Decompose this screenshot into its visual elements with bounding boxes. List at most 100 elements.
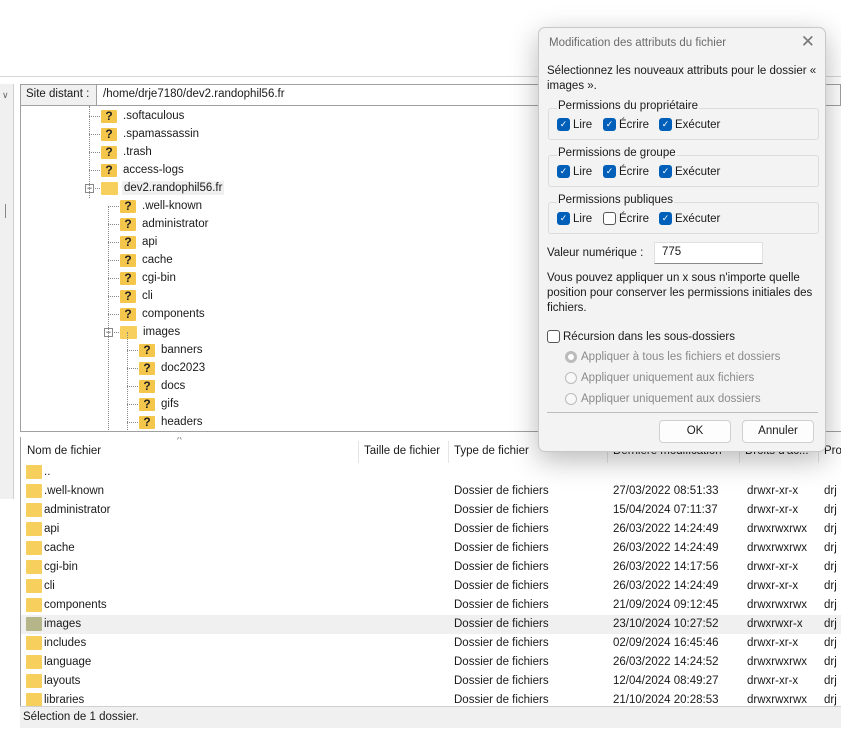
table-row[interactable]: cache Dossier de fichiers 26/03/2022 14:24… xyxy=(21,539,841,558)
table-row[interactable]: .. xyxy=(21,463,841,482)
cell-perms: drwxrwxrwx xyxy=(747,542,808,554)
dialog-intro: Sélectionnez les nouveaux attributs pour… xyxy=(547,65,817,92)
tree-item[interactable]: ? .trash xyxy=(101,143,154,161)
table-row[interactable]: cli Dossier de fichiers 26/03/2022 14:24:4… xyxy=(21,577,841,596)
checkbox-box[interactable]: ✓ xyxy=(659,165,672,178)
tree-item[interactable]: ? docs xyxy=(139,377,187,395)
cell-perms: drwxr-xr-x xyxy=(747,580,799,592)
permission-group: Permissions publiques ✓ Lire Écrire ✓ Exécute… xyxy=(548,194,819,234)
checkbox-exec[interactable]: ✓ Exécuter xyxy=(659,212,720,225)
cell-type: Dossier de fichiers xyxy=(454,542,549,554)
tree-item-label: .spamassassin xyxy=(123,128,200,140)
tree-item[interactable]: ? cgi-bin xyxy=(120,269,178,287)
column-header[interactable]: Taille de fichier xyxy=(364,445,440,457)
checkbox-box[interactable]: ✓ xyxy=(603,118,616,131)
unknown-folder-icon: ? xyxy=(139,379,155,393)
cancel-button[interactable]: Annuler xyxy=(742,420,814,443)
table-row[interactable]: .well-known Dossier de fichiers 27/03/2022… xyxy=(21,482,841,501)
tree-item[interactable]: ? headers xyxy=(139,413,205,431)
cell-modified: 21/09/2024 09:12:45 xyxy=(613,599,719,611)
unknown-folder-icon: ? xyxy=(101,163,117,177)
tree-item[interactable]: ? doc2023 xyxy=(139,359,207,377)
tree-connector xyxy=(108,296,119,297)
unknown-folder-icon: ? xyxy=(120,271,136,285)
cell-perms: drwxr-xr-x xyxy=(747,561,799,573)
radio-option[interactable]: Appliquer uniquement aux fichiers xyxy=(565,372,754,384)
recursion-checkbox[interactable]: Récursion dans les sous-dossiers xyxy=(547,330,735,343)
tree-item[interactable]: dev2.randophil56.fr xyxy=(101,179,225,197)
checkbox-label: Exécuter xyxy=(675,212,721,225)
table-row[interactable]: layouts Dossier de fichiers 12/04/2024 08:… xyxy=(21,672,841,691)
cell-owner: drj xyxy=(824,504,837,516)
tree-item[interactable]: ? api xyxy=(120,233,159,251)
tree-item[interactable]: ? gifs xyxy=(139,395,181,413)
close-icon[interactable]: ✕ xyxy=(801,32,815,52)
table-row[interactable]: administrator Dossier de fichiers 15/04/20… xyxy=(21,501,841,520)
cell-type: Dossier de fichiers xyxy=(454,504,549,516)
cell-type: Dossier de fichiers xyxy=(454,694,549,706)
remote-file-list[interactable]: Nom de fichier Taille de fichier Type de f… xyxy=(20,437,841,706)
table-row[interactable]: api Dossier de fichiers 26/03/2022 14:24:4… xyxy=(21,520,841,539)
splitter-handle[interactable] xyxy=(5,204,6,218)
radio-circle[interactable] xyxy=(565,351,577,363)
tree-item[interactable]: ? cli xyxy=(120,287,155,305)
checkbox-box[interactable] xyxy=(603,212,616,225)
column-separator[interactable] xyxy=(358,441,359,463)
column-header[interactable]: Nom de fichier xyxy=(27,445,101,457)
checkbox-box[interactable] xyxy=(547,330,560,343)
column-header[interactable]: Type de fichier xyxy=(454,445,529,457)
table-row[interactable]: libraries Dossier de fichiers 21/10/2024 2… xyxy=(21,691,841,706)
cell-perms: drwxr-xr-x xyxy=(747,504,799,516)
checkbox-box[interactable]: ✓ xyxy=(659,118,672,131)
checkbox-box[interactable]: ✓ xyxy=(557,212,570,225)
cell-name: .. xyxy=(44,466,51,478)
table-row[interactable]: components Dossier de fichiers 21/09/2024 … xyxy=(21,596,841,615)
checkbox-box[interactable]: ✓ xyxy=(557,118,570,131)
radio-circle[interactable] xyxy=(565,372,577,384)
cell-owner: drj xyxy=(824,580,837,592)
cell-name: libraries xyxy=(44,694,85,706)
radio-option[interactable]: Appliquer à tous les fichiers et dossier… xyxy=(565,351,780,363)
remote-path-input[interactable]: /home/drje7180/dev2.randophil56.fr xyxy=(103,88,285,100)
table-row[interactable]: includes Dossier de fichiers 02/09/2024 16… xyxy=(21,634,841,653)
checkbox-read[interactable]: ✓ Lire xyxy=(557,212,592,225)
cell-owner: drj xyxy=(824,523,837,535)
checkbox-box[interactable]: ✓ xyxy=(557,165,570,178)
cell-name: administrator xyxy=(44,504,111,516)
tree-item-label: docs xyxy=(161,380,186,392)
tree-connector xyxy=(108,242,119,243)
tree-item-label: administrator xyxy=(142,218,209,230)
tree-item[interactable]: ? cache xyxy=(120,251,175,269)
checkbox-exec[interactable]: ✓ Exécuter xyxy=(659,165,720,178)
tree-item[interactable]: ? banners xyxy=(139,341,205,359)
checkbox-write[interactable]: ✓ Écrire xyxy=(603,118,649,131)
checkbox-read[interactable]: ✓ Lire xyxy=(557,118,592,131)
tree-item[interactable]: ? access-logs xyxy=(101,161,186,179)
tree-item-label: .trash xyxy=(123,146,152,158)
cell-name: api xyxy=(44,523,60,535)
table-row[interactable]: images Dossier de fichiers 23/10/2024 10:2… xyxy=(21,615,841,634)
cell-modified: 23/10/2024 10:27:52 xyxy=(613,618,719,630)
tree-item[interactable]: ? components xyxy=(120,305,207,323)
table-row[interactable]: cgi-bin Dossier de fichiers 26/03/2022 14:… xyxy=(21,558,841,577)
checkbox-box[interactable]: ✓ xyxy=(603,165,616,178)
checkbox-box[interactable]: ✓ xyxy=(659,212,672,225)
chevron-down-icon[interactable]: ∨ xyxy=(2,90,9,101)
checkbox-exec[interactable]: ✓ Exécuter xyxy=(659,118,720,131)
tree-item[interactable]: ? .spamassassin xyxy=(101,125,201,143)
ok-button[interactable]: OK xyxy=(659,420,731,443)
checkbox-write[interactable]: ✓ Écrire xyxy=(603,165,649,178)
column-separator[interactable] xyxy=(448,441,449,463)
checkbox-read[interactable]: ✓ Lire xyxy=(557,165,592,178)
cell-owner: drj xyxy=(824,656,837,668)
tree-item[interactable]: images xyxy=(120,323,182,341)
radio-circle[interactable] xyxy=(565,393,577,405)
numeric-value-input[interactable]: 775 xyxy=(654,242,763,264)
tree-item[interactable]: ? .softaculous xyxy=(101,107,186,125)
checkbox-write[interactable]: Écrire xyxy=(603,212,649,225)
column-header[interactable]: Pro xyxy=(824,445,841,457)
table-row[interactable]: language Dossier de fichiers 26/03/2022 14… xyxy=(21,653,841,672)
radio-option[interactable]: Appliquer uniquement aux dossiers xyxy=(565,393,761,405)
tree-item[interactable]: ? .well-known xyxy=(120,197,204,215)
tree-item[interactable]: ? administrator xyxy=(120,215,210,233)
